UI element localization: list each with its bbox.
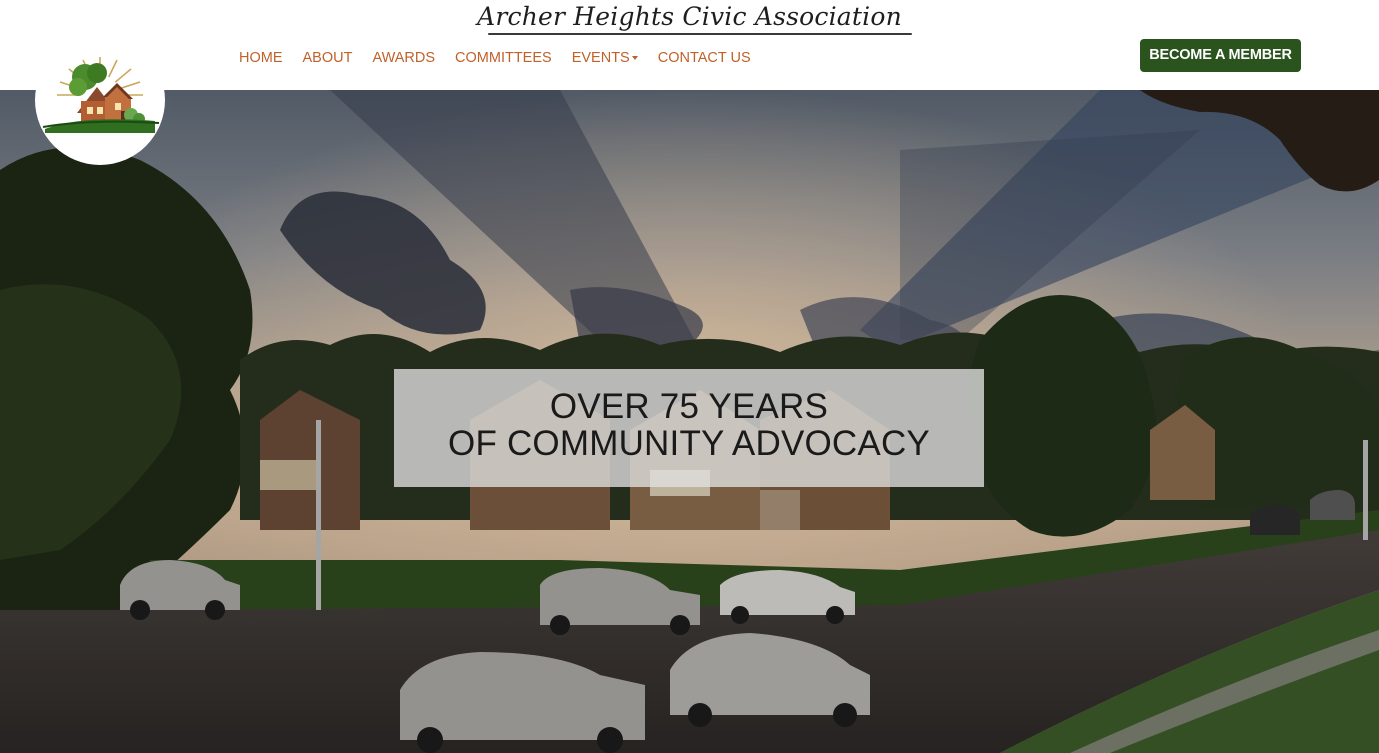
nav-contact-us[interactable]: CONTACT US: [658, 49, 751, 67]
site-title[interactable]: Archer Heights Civic Association: [0, 0, 1379, 34]
house-logo-icon: [42, 57, 160, 133]
site-header: Archer Heights Civic Association HOME AB…: [0, 0, 1379, 90]
site-logo[interactable]: [35, 35, 165, 165]
site-title-underline: [488, 33, 912, 35]
nav-committees[interactable]: COMMITTEES: [455, 49, 552, 67]
caret-down-icon: [631, 56, 638, 61]
nav-about[interactable]: ABOUT: [303, 49, 353, 67]
nav-events-label: EVENTS: [571, 50, 630, 66]
nav-home[interactable]: HOME: [239, 49, 283, 67]
main-nav: HOME ABOUT AWARDS COMMITTEES EVENTS CONT…: [239, 49, 771, 67]
nav-awards[interactable]: AWARDS: [372, 49, 435, 67]
hero-tagline-box: OVER 75 YEARS OF COMMUNITY ADVOCACY: [394, 369, 984, 487]
nav-events[interactable]: EVENTS: [572, 49, 638, 67]
become-member-button[interactable]: BECOME A MEMBER: [1140, 39, 1301, 72]
hero-tagline-line1: OVER 75 YEARS: [549, 387, 829, 426]
hero-banner: OVER 75 YEARS OF COMMUNITY ADVOCACY: [0, 90, 1379, 753]
hero-tagline-line2: OF COMMUNITY ADVOCACY: [448, 424, 930, 463]
